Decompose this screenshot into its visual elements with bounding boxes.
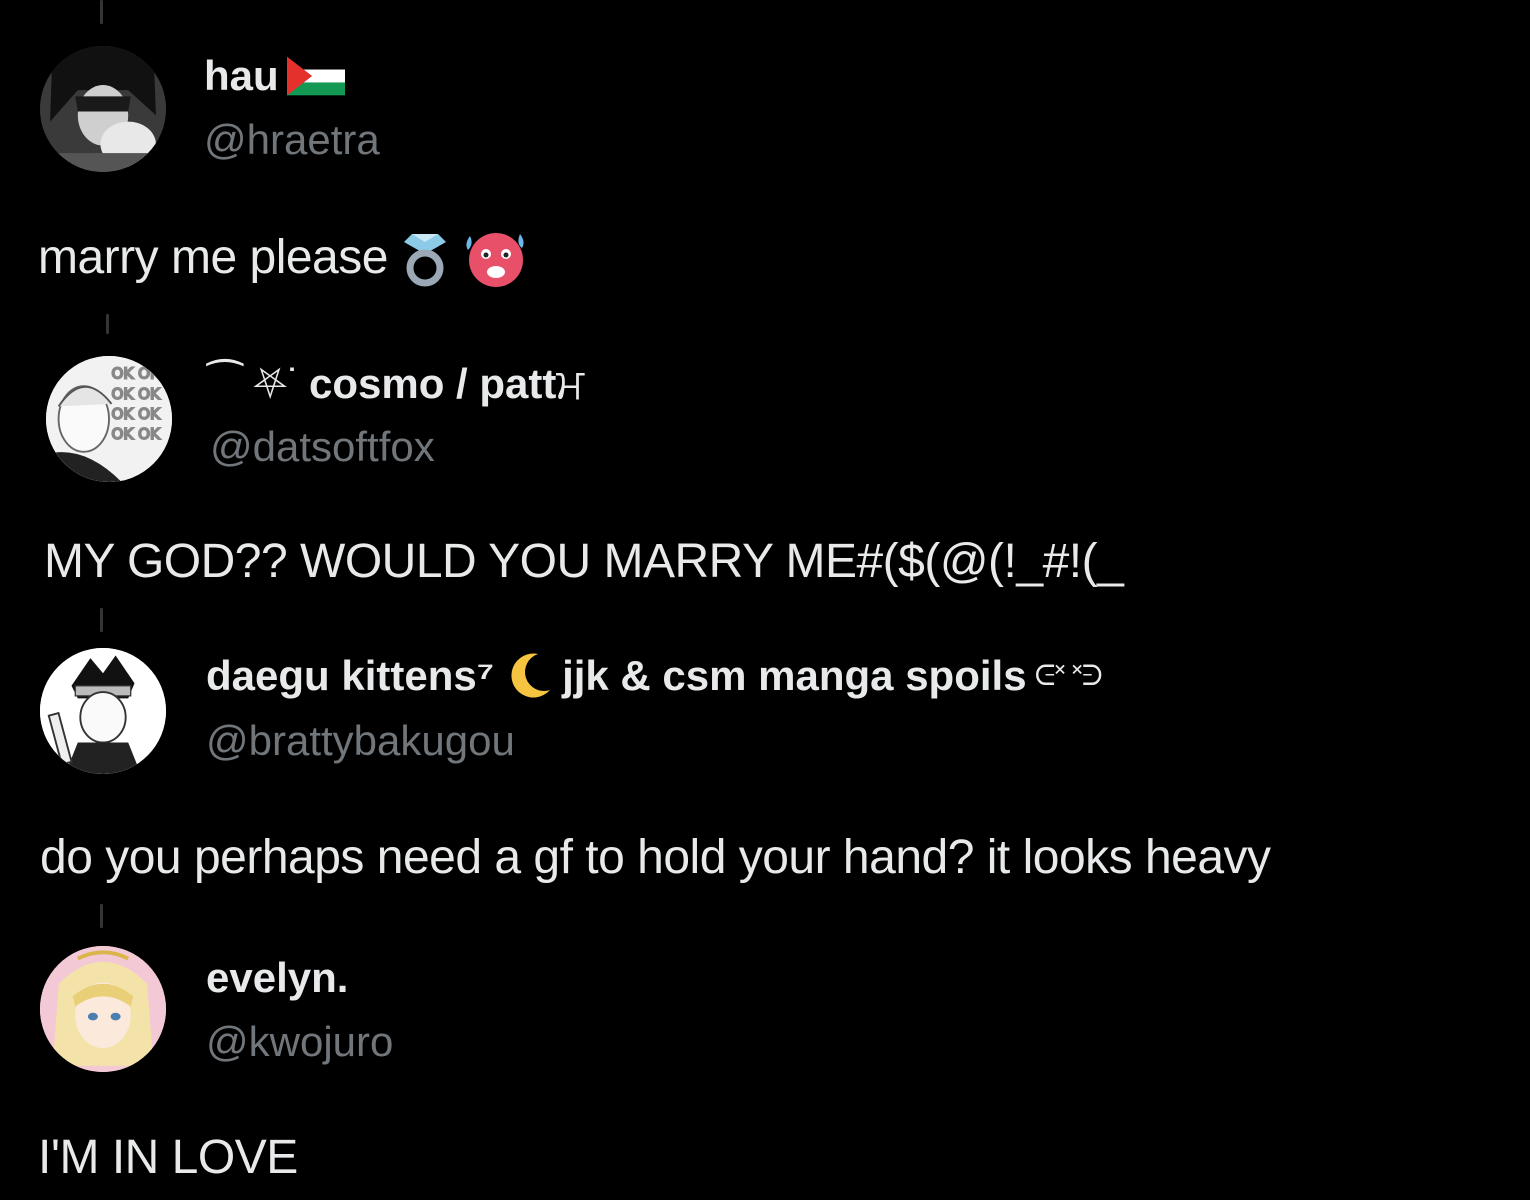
hot-face-emoji-icon	[462, 228, 530, 288]
avatar-image	[40, 946, 166, 1072]
handle[interactable]: @kwojuro	[206, 1016, 393, 1068]
display-name[interactable]: hau	[204, 50, 345, 102]
display-name-text: cosmo / patt	[309, 360, 557, 407]
tweet-text-content: marry me please	[38, 231, 388, 284]
thread-line	[100, 904, 103, 928]
display-name-rest: jjk & csm manga spoils	[562, 652, 1027, 699]
svg-text:OK OK: OK OK	[112, 385, 161, 403]
tweet-text: do you perhaps need a gf to hold your ha…	[40, 828, 1271, 888]
palestine-flag-icon	[286, 56, 345, 96]
thread-line	[106, 314, 109, 334]
svg-text:OK OK: OK OK	[112, 365, 161, 383]
tweet-text-content: do you perhaps need a gf to hold your ha…	[40, 831, 1271, 884]
handle[interactable]: @hraetra	[204, 114, 380, 166]
tweet-text: MY GOD?? WOULD YOU MARRY ME#($(@(!_#!(_	[44, 532, 1124, 592]
display-name-suffix: ᕮ˟ ˟ᕭ	[1034, 660, 1103, 691]
tweet-text: I'M IN LOVE	[38, 1128, 298, 1188]
ring-emoji-icon	[400, 228, 450, 288]
svg-text:OK OK: OK OK	[112, 405, 161, 423]
avatar[interactable]: OK OK OK OK OK OK OK OK	[46, 356, 172, 482]
avatar-image	[40, 46, 166, 172]
tweet-text-content: MY GOD?? WOULD YOU MARRY ME#($(@(!_#!(_	[44, 535, 1124, 588]
svg-text:OK OK: OK OK	[112, 425, 161, 443]
handle[interactable]: @brattybakugou	[206, 715, 515, 767]
avatar-image: OK OK OK OK OK OK OK OK	[46, 356, 172, 482]
display-name[interactable]: evelyn.	[206, 952, 348, 1004]
tweet-text-content: I'M IN LOVE	[38, 1131, 298, 1184]
thread-line	[100, 0, 103, 24]
display-name-suffix: ਮ	[556, 360, 585, 407]
tweet-text: marry me please	[38, 228, 530, 288]
display-name-text: hau	[204, 52, 279, 99]
display-name-text: daegu kittens⁷	[206, 652, 495, 699]
avatar[interactable]	[40, 46, 166, 172]
avatar[interactable]	[40, 946, 166, 1072]
display-name[interactable]: daegu kittens⁷ jjk & csm manga spoils ᕮ˟…	[206, 650, 1103, 702]
handle[interactable]: @datsoftfox	[210, 421, 435, 473]
display-name-decoration: ⁀ ⛧˙	[208, 360, 302, 407]
avatar[interactable]	[40, 648, 166, 774]
thread-line	[100, 608, 103, 632]
avatar-image	[40, 648, 166, 774]
display-name[interactable]: ⁀ ⛧˙ cosmo / patt ਮ	[208, 358, 584, 410]
display-name-text: evelyn.	[206, 954, 349, 1001]
crescent-moon-icon	[502, 650, 554, 702]
